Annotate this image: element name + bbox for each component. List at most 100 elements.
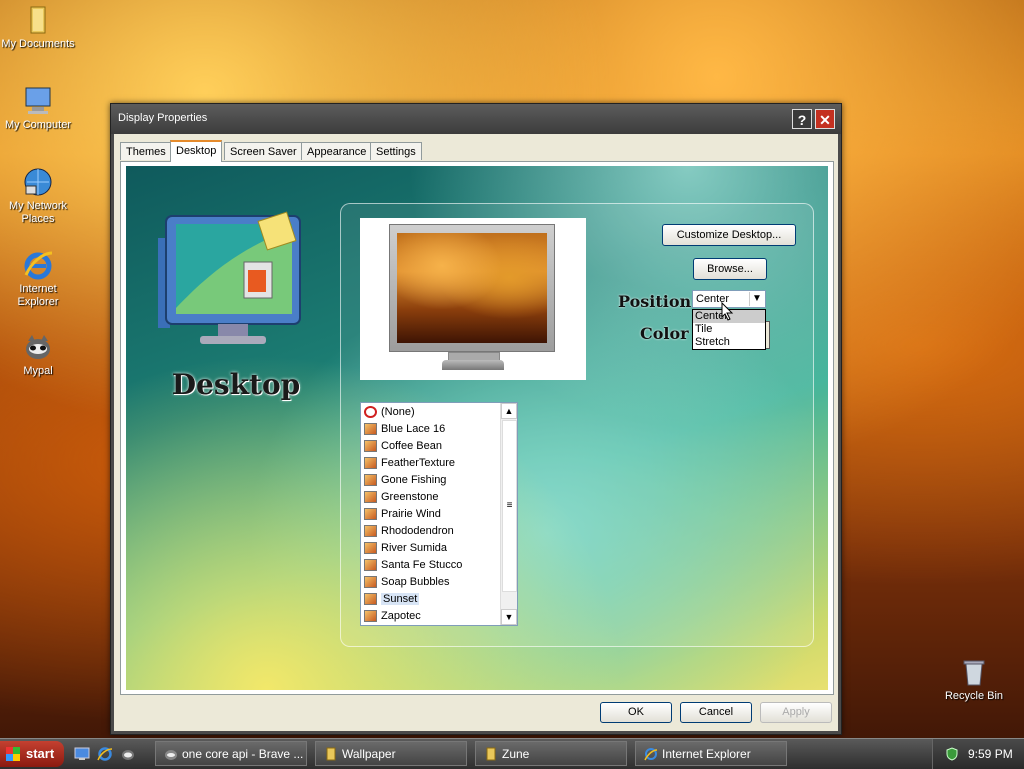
list-item-label: Sunset [381,593,420,605]
title-bar[interactable]: Display Properties ? ✕ [111,104,841,134]
list-item-label: Coffee Bean [381,440,442,452]
list-item[interactable]: (None) [364,404,415,420]
list-item[interactable]: Santa Fe Stucco [364,557,462,573]
list-item[interactable]: Blue Lace 16 [364,421,445,437]
chevron-down-icon: ▼ [504,612,514,622]
list-item[interactable]: Zapotec [364,608,421,624]
list-item[interactable]: Prairie Wind [364,506,441,522]
desktop-icon-label: Internet Explorer [17,283,59,308]
taskbar-item-wallpaper[interactable]: Wallpaper [315,741,467,766]
desktop-icon-my-computer[interactable]: My Computer [0,85,76,132]
list-item[interactable]: Coffee Bean [364,438,442,454]
monitor-base [442,360,504,370]
list-item[interactable]: Greenstone [364,489,438,505]
start-label: start [26,746,55,761]
folder-icon [486,747,496,761]
image-icon [364,474,377,487]
chevron-down-icon[interactable]: ▼ [749,292,764,306]
position-option-tile[interactable]: Tile [693,323,765,336]
display-properties-window: Display Properties ? ✕ Themes Desktop Sc… [110,103,842,735]
chevron-up-icon: ▲ [504,406,514,416]
image-icon [364,457,377,470]
wallpaper-list[interactable]: (None) Blue Lace 16 Coffee Bean FeatherT… [360,402,518,626]
ok-button[interactable]: OK [600,702,672,723]
security-shield-icon[interactable] [945,747,959,761]
desktop-icon-label: My Computer [4,119,72,131]
folder-icon [326,747,336,761]
desktop-icon-my-network-places[interactable]: My Network Places [0,166,76,226]
list-item[interactable]: Gone Fishing [364,472,446,488]
list-item-label: Santa Fe Stucco [381,559,463,571]
list-scrollbar[interactable]: ▲ ≡ ▼ [500,403,517,625]
image-icon [364,508,377,521]
image-icon [364,576,377,589]
desktop-icon-label: Recycle Bin [944,690,1004,702]
image-icon [364,525,377,538]
apply-button[interactable]: Apply [760,702,832,723]
mypal-quicklaunch-icon[interactable] [120,746,136,762]
clock[interactable]: 9:59 PM [968,747,1013,761]
start-button[interactable]: start [0,741,64,767]
ie-quicklaunch-icon[interactable] [97,746,113,762]
tab-desktop[interactable]: Desktop [170,140,223,162]
image-icon [364,491,377,504]
tab-themes[interactable]: Themes [120,142,172,160]
image-icon [364,542,377,555]
help-button[interactable]: ? [792,109,812,129]
list-item[interactable]: Rhododendron [364,523,454,539]
taskbar-item-internet-explorer[interactable]: Internet Explorer [635,741,787,766]
list-item[interactable]: River Sumida [364,540,447,556]
desktop-icon-label: My Network Places [8,200,68,225]
tab-appearance[interactable]: Appearance [301,142,373,160]
list-item-label: FeatherTexture [381,457,455,469]
network-icon [22,166,54,198]
recycle-bin-icon [958,656,990,688]
list-item-label: Gone Fishing [381,474,447,486]
taskbar-item-brave[interactable]: one core api - Brave ... [155,741,307,766]
window-title: Display Properties [118,112,208,124]
scroll-down-button[interactable]: ▼ [501,609,517,625]
list-item[interactable]: Soap Bubbles [364,574,450,590]
list-item-label: Blue Lace 16 [381,423,446,435]
list-item-selected[interactable]: Sunset [364,591,420,607]
list-item-label: River Sumida [381,542,448,554]
customize-desktop-button[interactable]: Customize Desktop... [662,224,796,246]
position-label: Position : [618,292,703,311]
desktop-icon-mypal[interactable]: Mypal [0,331,76,378]
close-button[interactable]: ✕ [815,109,835,129]
folder-icon [22,4,54,36]
browse-button[interactable]: Browse... [693,258,767,280]
image-icon [364,559,377,572]
desktop-icon-recycle-bin[interactable]: Recycle Bin [936,656,1012,703]
desktop-icon-internet-explorer[interactable]: Internet Explorer [0,249,76,309]
list-item-label: Rhododendron [381,525,454,537]
list-item-label: (None) [381,406,415,418]
taskbar-item-label: Wallpaper [342,747,396,761]
panel-background: Desktop Customize Desktop... Browse... P… [126,166,828,690]
wallpaper-preview [397,233,547,343]
desktop-caption: Desktop [171,368,301,401]
ie-icon [644,748,658,761]
close-icon: ✕ [819,112,831,128]
taskbar-item-zune[interactable]: Zune [475,741,627,766]
image-icon [364,610,377,623]
show-desktop-icon[interactable] [74,746,90,762]
windows-flag-icon [6,747,20,761]
scroll-up-button[interactable]: ▲ [501,403,517,419]
desktop-icon-my-documents[interactable]: My Documents [0,4,76,51]
tab-settings[interactable]: Settings [370,142,422,160]
tab-screen-saver[interactable]: Screen Saver [224,142,303,160]
taskbar-item-label: Internet Explorer [662,747,751,761]
image-icon [364,440,377,453]
list-item[interactable]: FeatherTexture [364,455,455,471]
position-option-stretch[interactable]: Stretch [693,336,765,349]
mypal-icon [22,331,54,363]
monitor-bezel [389,224,555,352]
cancel-button[interactable]: Cancel [680,702,752,723]
grip-icon: ≡ [506,500,513,511]
list-item-label: Zapotec [381,610,421,622]
scroll-thumb[interactable]: ≡ [502,420,517,592]
taskbar: start one core api - Brave ... Wallpaper… [0,738,1024,769]
mouse-cursor-icon [721,302,734,321]
mypal-icon [165,750,177,760]
